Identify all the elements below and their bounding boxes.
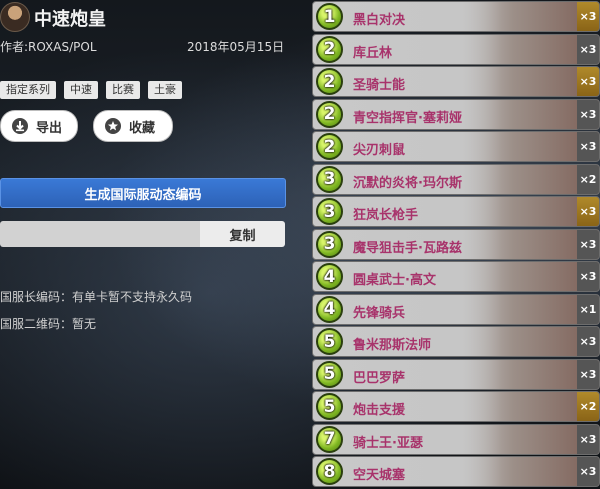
card-count: ×3: [577, 229, 599, 259]
card-row[interactable]: 4 圆桌武士·高文 ×3: [312, 261, 600, 292]
export-label: 导出: [36, 120, 63, 136]
favorite-button[interactable]: 收藏: [93, 110, 173, 142]
card-row[interactable]: 5 鲁米那斯法师 ×3: [312, 326, 600, 357]
cost-gem: 1: [316, 3, 343, 30]
card-name: 魔导狙击手·瓦路兹: [353, 240, 462, 256]
tag[interactable]: 土豪: [148, 81, 182, 99]
card-art: [443, 457, 573, 486]
card-row[interactable]: 2 青空指挥官·塞莉娅 ×3: [312, 98, 600, 130]
national-code-note: 国服长编码：有单卡暂不支持永久码: [0, 290, 193, 304]
cost-gem: 2: [316, 68, 343, 95]
card-count: ×3: [577, 132, 599, 161]
qr-code-note: 国服二维码：暂无: [0, 317, 97, 331]
card-name: 鲁米那斯法师: [353, 338, 432, 353]
download-icon: [10, 116, 30, 136]
card-name: 尖刃刺鼠: [353, 143, 406, 158]
card-art: [443, 2, 573, 31]
card-count: ×3: [577, 457, 599, 486]
card-row[interactable]: 7 骑士王·亚瑟 ×3: [312, 423, 600, 455]
card-count: ×1: [577, 294, 599, 324]
card-art: [443, 164, 573, 194]
card-art: [443, 67, 573, 96]
card-name: 先锋骑兵: [353, 305, 406, 321]
card-row[interactable]: 5 炮击支援 ×2: [312, 391, 600, 422]
card-name: 巴巴罗萨: [353, 370, 406, 386]
cost-gem: 3: [316, 230, 343, 258]
cost-gem: 5: [316, 328, 343, 355]
card-count: ×3: [577, 359, 599, 389]
card-count: ×2: [577, 164, 599, 194]
card-row[interactable]: 2 圣骑士能 ×3: [312, 66, 600, 97]
tag-list: 指定系列 中速 比赛 土豪: [0, 81, 182, 99]
card-row[interactable]: 3 狂岚长枪手 ×3: [312, 196, 600, 227]
card-count: ×3: [577, 327, 599, 356]
deck-info-panel: 中速炮皇 作者:ROXAS/POL 2018年05月15日 指定系列 中速 比赛…: [0, 0, 300, 489]
card-art: [443, 424, 573, 454]
card-row[interactable]: 8 空天城塞 ×3: [312, 456, 600, 487]
card-art: [443, 34, 573, 64]
cost-gem: 3: [316, 198, 343, 225]
cost-gem: 8: [316, 458, 343, 485]
card-row[interactable]: 4 先锋骑兵 ×1: [312, 293, 600, 325]
card-count: ×3: [577, 2, 599, 31]
card-count: ×3: [577, 34, 599, 64]
card-name: 炮击支援: [353, 403, 406, 418]
card-row[interactable]: 2 尖刃刺鼠 ×3: [312, 131, 600, 162]
card-name: 空天城塞: [353, 468, 406, 483]
card-name: 狂岚长枪手: [353, 208, 419, 223]
card-art: [443, 294, 573, 324]
cost-gem: 2: [316, 35, 343, 63]
avatar: [0, 2, 30, 32]
card-name: 骑士王·亚瑟: [353, 435, 423, 451]
cost-gem: 5: [316, 393, 343, 420]
deck-title: 中速炮皇: [34, 9, 106, 30]
card-count: ×3: [577, 197, 599, 226]
card-name: 青空指挥官·塞莉娅: [353, 110, 462, 126]
card-name: 圣骑士能: [353, 78, 406, 93]
card-art: [443, 359, 573, 389]
cost-gem: 4: [316, 263, 343, 290]
deck-code-input[interactable]: [0, 221, 200, 247]
card-row[interactable]: 1 黑白对决 ×3: [312, 1, 600, 32]
card-art: [443, 327, 573, 356]
export-button[interactable]: 导出: [0, 110, 78, 142]
card-count: ×2: [577, 392, 599, 421]
cost-gem: 2: [316, 100, 343, 128]
card-art: [443, 262, 573, 291]
card-row[interactable]: 3 沉默的炎将·玛尔斯 ×2: [312, 163, 600, 195]
card-name: 圆桌武士·高文: [353, 273, 436, 288]
tag[interactable]: 中速: [64, 81, 98, 99]
cost-gem: 2: [316, 133, 343, 160]
cost-gem: 5: [316, 360, 343, 388]
card-name: 沉默的炎将·玛尔斯: [353, 175, 462, 191]
card-row[interactable]: 3 魔导狙击手·瓦路兹 ×3: [312, 228, 600, 260]
deck-date: 2018年05月15日: [187, 40, 285, 54]
card-row[interactable]: 5 巴巴罗萨 ×3: [312, 358, 600, 390]
card-count: ×3: [577, 424, 599, 454]
cost-gem: 7: [316, 425, 343, 453]
tag[interactable]: 指定系列: [0, 81, 56, 99]
card-name: 库丘林: [353, 45, 393, 61]
cost-gem: 3: [316, 165, 343, 193]
cost-gem: 4: [316, 295, 343, 323]
tag[interactable]: 比赛: [106, 81, 140, 99]
card-name: 黑白对决: [353, 13, 406, 28]
card-art: [443, 229, 573, 259]
deck-author: 作者:ROXAS/POL: [0, 40, 97, 54]
card-row[interactable]: 2 库丘林 ×3: [312, 33, 600, 65]
card-art: [443, 132, 573, 161]
card-art: [443, 99, 573, 129]
card-art: [443, 392, 573, 421]
card-count: ×3: [577, 99, 599, 129]
card-count: ×3: [577, 262, 599, 291]
favorite-label: 收藏: [129, 120, 156, 136]
copy-button[interactable]: 复制: [200, 221, 285, 247]
generate-code-button[interactable]: 生成国际服动态编码: [0, 178, 286, 208]
star-icon: [103, 116, 123, 136]
card-art: [443, 197, 573, 226]
card-count: ×3: [577, 67, 599, 96]
